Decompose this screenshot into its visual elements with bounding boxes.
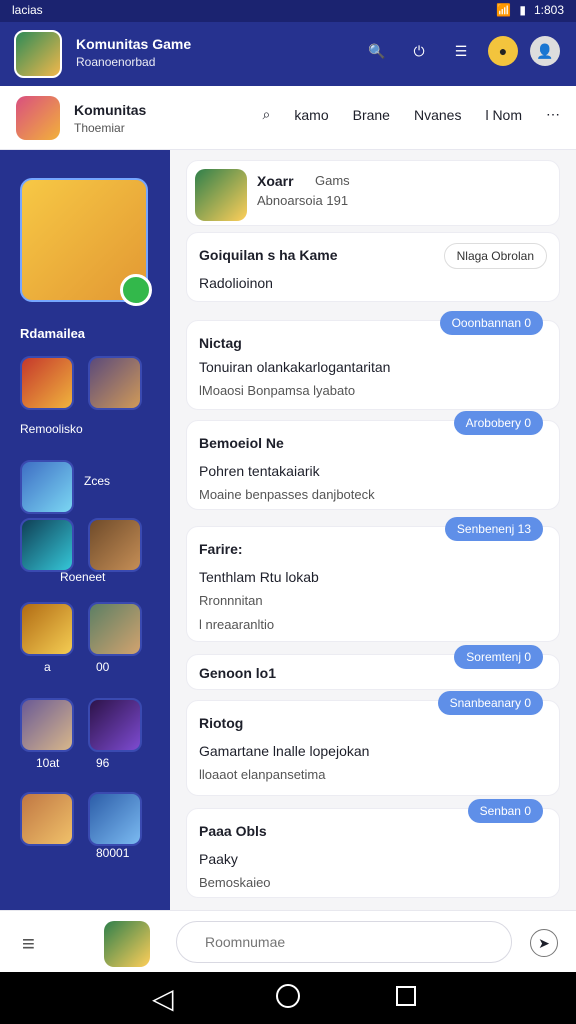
- post-line: Pohren tentakaiarik: [199, 463, 320, 479]
- status-bar: lacias 📶 ▮ 1:803: [0, 0, 576, 22]
- chat-bubble[interactable]: Soremtenj 0: [454, 645, 543, 669]
- wifi-icon: 📶: [496, 3, 512, 17]
- sidebar-tile[interactable]: [88, 518, 142, 572]
- sidebar-tile[interactable]: [20, 460, 74, 514]
- sidebar-label: 96: [96, 756, 110, 770]
- post-title: Paaa Obls: [199, 823, 267, 839]
- search-icon[interactable]: 🔍: [362, 36, 392, 66]
- app-avatar: [14, 30, 62, 78]
- sidebar-tile[interactable]: [20, 356, 74, 410]
- bottom-avatar[interactable]: [104, 921, 150, 967]
- sidebar-label: 10at: [36, 756, 60, 770]
- search-icon[interactable]: ⌕: [263, 106, 271, 123]
- status-left: lacias: [12, 3, 43, 17]
- app-subtitle: Roanoenorbad: [76, 55, 156, 69]
- sidebar-tile[interactable]: [20, 602, 74, 656]
- chat-bubble[interactable]: Nlaga Obrolan: [443, 243, 547, 269]
- post-subline: l nreaaranltio: [199, 617, 275, 632]
- sidebar-label: 00: [96, 660, 110, 674]
- tab-nom[interactable]: l Nom: [485, 107, 522, 123]
- post-title: Genoon lo1: [199, 665, 276, 681]
- nav-bar: ◁: [0, 972, 576, 1024]
- post-card[interactable]: Genoon lo1 Soremtenj 0: [186, 645, 560, 690]
- post-subline: Bemoskaieo: [199, 875, 271, 890]
- sidebar-tile[interactable]: [20, 698, 74, 752]
- power-icon[interactable]: ⏻: [404, 36, 434, 66]
- community-subtitle: Thoemiar: [74, 121, 125, 135]
- tab-nvanes[interactable]: Nvanes: [414, 107, 461, 123]
- post-card[interactable]: Paaa Obls Paaky Bemoskaieo Senban 0: [186, 799, 560, 898]
- menu-icon[interactable]: ☰: [446, 36, 476, 66]
- chat-bubble[interactable]: Ooonbannan 0: [439, 311, 543, 335]
- sidebar-tile[interactable]: [88, 698, 142, 752]
- sidebar-section-title: Rdamailea: [20, 326, 86, 341]
- coin-icon[interactable]: ●: [488, 36, 518, 66]
- post-title: Riotog: [199, 715, 244, 731]
- post-line: Radolioinon: [199, 275, 273, 291]
- post-card[interactable]: Nictag Tonuiran olankakarlogantaritan lM…: [186, 311, 560, 410]
- status-time: 1:803: [533, 3, 564, 17]
- sidebar-label: Roeneet: [60, 570, 106, 584]
- post-card[interactable]: Farire: Tenthlam Rtu lokab Rronnnitan l …: [186, 517, 560, 642]
- post-title: Nictag: [199, 335, 242, 351]
- sidebar-tile[interactable]: [88, 792, 142, 846]
- post-avatar: [195, 169, 247, 221]
- nav-tabs: ⌕ kamo Brane Nvanes l Nom ⋯: [263, 106, 560, 123]
- post-title: Goiquilan s ha Kame: [199, 247, 338, 263]
- bottom-bar: ≡ ◔ ➤: [0, 910, 576, 972]
- top-nav: Komunitas Thoemiar ⌕ kamo Brane Nvanes l…: [0, 86, 576, 150]
- chat-bubble[interactable]: Senban 0: [467, 799, 543, 823]
- community-name: Komunitas: [74, 102, 147, 118]
- battery-icon: ▮: [519, 3, 526, 17]
- post-card[interactable]: Goiquilan s ha Kame Radolioinon Nlaga Ob…: [186, 232, 560, 302]
- post-title: Xoarr: [257, 173, 294, 189]
- appbar-actions: 🔍 ⏻ ☰ ● 👤: [362, 36, 560, 66]
- app-bar: Komunitas Game Roanoenorbad 🔍 ⏻ ☰ ● 👤: [0, 22, 576, 86]
- status-right: 📶 ▮ 1:803: [496, 3, 564, 17]
- home-icon[interactable]: [276, 984, 300, 1008]
- chat-bubble[interactable]: Senbenenj 13: [444, 517, 543, 541]
- more-icon[interactable]: ⋯: [546, 106, 560, 123]
- sidebar-tile[interactable]: [20, 792, 74, 846]
- hero-tile[interactable]: [20, 178, 152, 306]
- post-subtitle: Abnoarsoia 191: [257, 193, 349, 208]
- sidebar-tile[interactable]: [20, 518, 74, 572]
- post-subline: lMoaosi Bonpamsa lyabato: [199, 383, 356, 398]
- sidebar-label: Zces: [84, 474, 111, 488]
- post-subtitle: Gams: [315, 173, 350, 188]
- sidebar-label: Remoolisko: [20, 422, 83, 436]
- main-panel: Xoarr Gams Abnoarsoia 191 Goiquilan s ha…: [170, 150, 576, 910]
- message-input[interactable]: [176, 921, 512, 963]
- tab-brane[interactable]: Brane: [353, 107, 390, 123]
- tab-kamo[interactable]: kamo: [294, 107, 328, 123]
- post-line: Gamartane lnalle lopejokan: [199, 743, 370, 759]
- post-title: Farire:: [199, 541, 243, 557]
- post-line: Tenthlam Rtu lokab: [199, 569, 319, 585]
- chat-bubble[interactable]: Snanbeanary 0: [437, 691, 543, 715]
- post-subline: Rronnnitan: [199, 593, 263, 608]
- post-line: Tonuiran olankakarlogantaritan: [199, 359, 391, 375]
- post-title: Bemoeiol Ne: [199, 435, 284, 451]
- check-icon: [120, 274, 152, 306]
- profile-avatar[interactable]: 👤: [530, 36, 560, 66]
- recents-icon[interactable]: [396, 986, 416, 1006]
- post-subline: Moaine benpasses danjboteck: [199, 487, 375, 502]
- sidebar-tile[interactable]: [88, 602, 142, 656]
- chat-bubble[interactable]: Arobobery 0: [453, 411, 543, 435]
- app-title: Komunitas Game: [76, 36, 192, 52]
- message-field[interactable]: [205, 922, 465, 962]
- post-line: Paaky: [199, 851, 238, 867]
- post-subline: lloaaot elanpansetima: [199, 767, 326, 782]
- post-card[interactable]: Riotog Gamartane lnalle lopejokan lloaao…: [186, 691, 560, 796]
- sidebar-label: a: [44, 660, 51, 674]
- menu-icon[interactable]: ≡: [22, 931, 35, 957]
- community-logo: [16, 96, 60, 140]
- send-icon[interactable]: ➤: [530, 929, 558, 957]
- post-card[interactable]: Xoarr Gams Abnoarsoia 191: [186, 160, 560, 226]
- sidebar: Rdamailea Remoolisko Zces Roeneet a 00 1…: [0, 150, 170, 910]
- back-icon[interactable]: ◁: [152, 982, 174, 1015]
- sidebar-tile[interactable]: [88, 356, 142, 410]
- post-card[interactable]: Bemoeiol Ne Pohren tentakaiarik Moaine b…: [186, 411, 560, 510]
- sidebar-label: 80001: [96, 846, 130, 860]
